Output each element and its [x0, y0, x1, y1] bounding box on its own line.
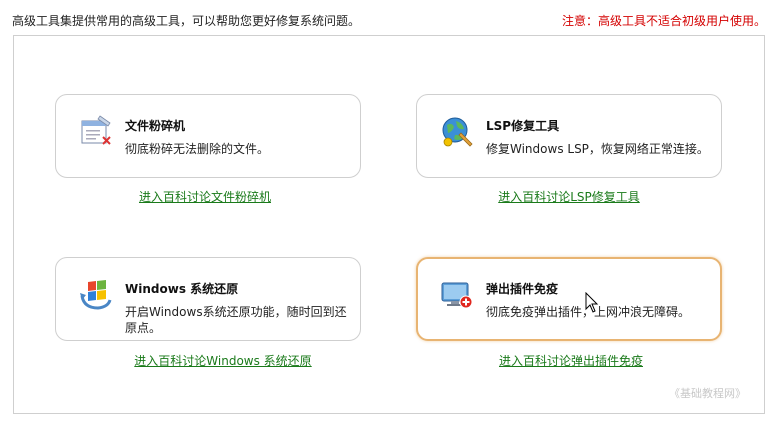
warning-text: 注意：高级工具不适合初级用户使用。 — [561, 14, 766, 28]
mouse-cursor-icon — [585, 292, 599, 313]
popup-block-icon — [441, 282, 473, 309]
tool-card-popup-immunity[interactable]: 弹出插件免疫 彻底免疫弹出插件，上网冲浪无障碍。 — [416, 257, 722, 341]
tool-title: LSP修复工具 — [486, 119, 560, 133]
tool-description: 开启Windows系统还原功能，随时回到还原点。 — [125, 305, 347, 335]
link-lsp-repair-wiki[interactable]: 进入百科讨论LSP修复工具 — [498, 188, 640, 205]
link-popup-immunity-wiki[interactable]: 进入百科讨论弹出插件免疫 — [499, 352, 643, 369]
link-file-shredder-wiki[interactable]: 进入百科讨论文件粉碎机 — [139, 188, 271, 205]
tool-card-lsp-repair[interactable]: LSP修复工具 修复Windows LSP，恢复网络正常连接。 — [416, 94, 722, 178]
tool-title: 文件粉碎机 — [125, 119, 186, 133]
tool-title: 弹出插件免疫 — [486, 282, 559, 296]
tools-panel: 文件粉碎机 彻底粉碎无法删除的文件。 进入百科讨论文件粉碎机 LSP修复工具 修… — [13, 35, 765, 414]
link-windows-restore-wiki[interactable]: 进入百科讨论Windows 系统还原 — [134, 352, 311, 369]
tool-title: Windows 系统还原 — [125, 282, 239, 296]
tool-card-windows-restore[interactable]: Windows 系统还原 开启Windows系统还原功能，随时回到还原点。 — [55, 257, 361, 341]
windows-restore-icon — [80, 280, 112, 310]
lsp-repair-icon — [442, 117, 473, 147]
page-description: 高级工具集提供常用的高级工具，可以帮助您更好修复系统问题。 — [12, 14, 361, 28]
watermark: 《基础教程网》 — [669, 387, 746, 400]
tool-card-file-shredder[interactable]: 文件粉碎机 彻底粉碎无法删除的文件。 — [55, 94, 361, 178]
tool-description: 彻底粉碎无法删除的文件。 — [125, 142, 270, 156]
file-shredder-icon — [81, 115, 111, 145]
tool-description: 修复Windows LSP，恢复网络正常连接。 — [486, 142, 709, 156]
